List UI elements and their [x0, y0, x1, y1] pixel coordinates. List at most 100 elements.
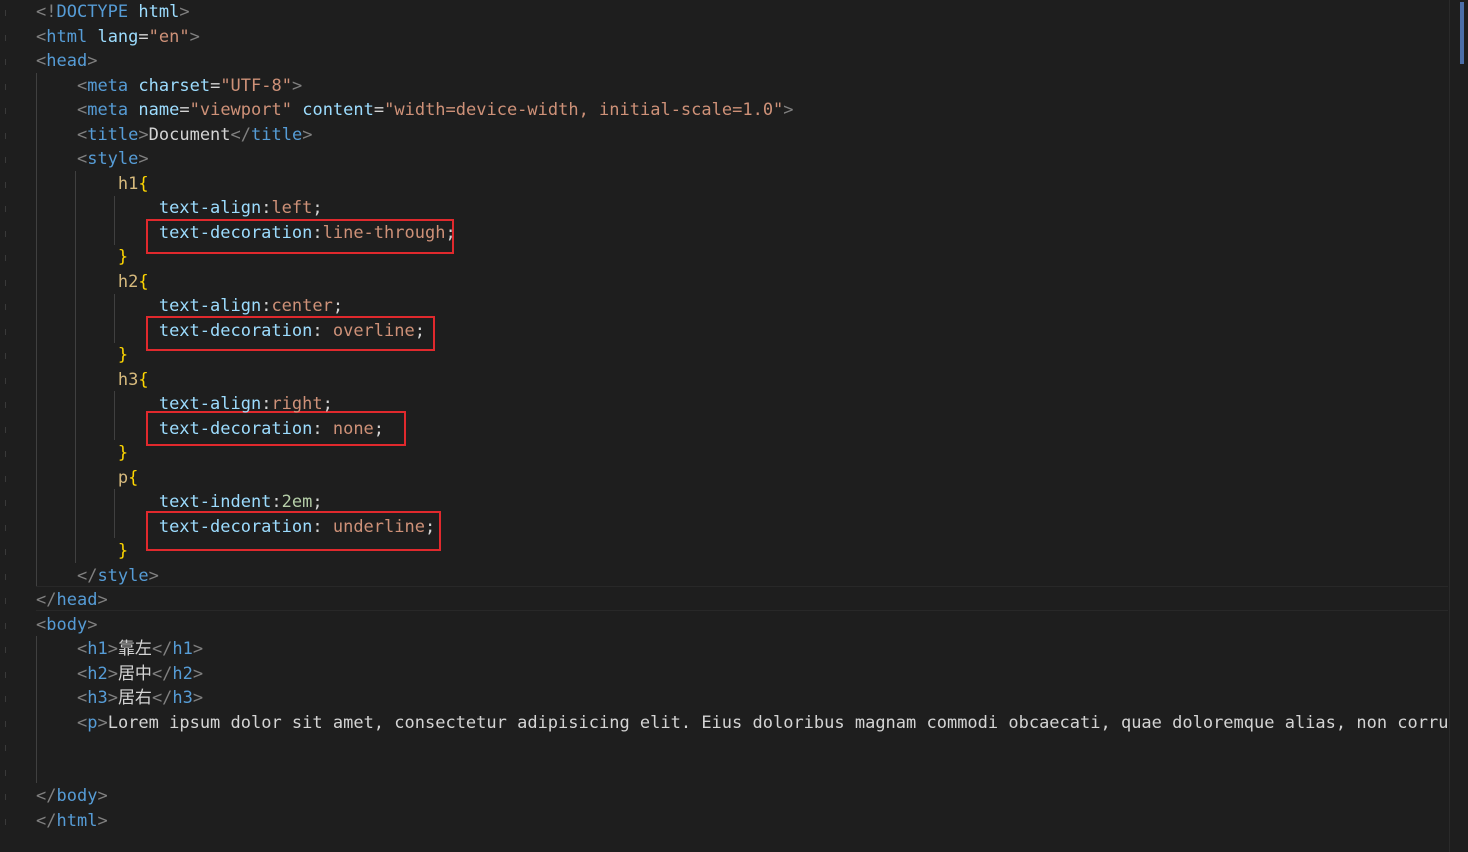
code-line[interactable]: text-decoration: none;	[36, 417, 384, 442]
code-token: underline	[332, 516, 425, 537]
code-line[interactable]: h3{	[36, 368, 149, 393]
code-token: >	[192, 688, 204, 708]
code-token: 2em	[281, 492, 313, 512]
code-token: >	[192, 663, 204, 684]
code-token: title	[87, 124, 139, 145]
code-line[interactable]: <body>	[36, 613, 97, 638]
code-token: title	[251, 124, 303, 145]
code-line[interactable]: }	[36, 343, 128, 368]
code-line[interactable]: <h2>居中</h2>	[36, 662, 203, 687]
code-line[interactable]: <p>Lorem ipsum dolor sit amet, consectet…	[36, 711, 1468, 736]
code-token: >	[87, 51, 98, 71]
code-line[interactable]: <style>	[36, 147, 149, 172]
code-token: 靠左	[117, 639, 152, 659]
code-token: >	[148, 565, 159, 586]
code-token: :	[312, 320, 333, 341]
code-line[interactable]: </head>	[36, 588, 108, 613]
code-area[interactable]: <!DOCTYPE html> <html lang="en"> <head> <m…	[0, 0, 1468, 852]
code-line[interactable]: text-align:center;	[36, 294, 343, 319]
code-token: :	[312, 222, 323, 243]
code-token: >	[97, 590, 108, 610]
code-line[interactable]: h2{	[36, 270, 149, 295]
code-line[interactable]: </html>	[36, 809, 108, 834]
code-token: right	[271, 394, 323, 414]
code-line[interactable]: }	[36, 539, 128, 564]
code-token: >	[97, 786, 108, 806]
code-token: }	[117, 443, 129, 463]
code-token: p	[117, 467, 129, 488]
code-line[interactable]: }	[36, 245, 128, 270]
code-token: h1	[117, 173, 139, 194]
code-line[interactable]: </style>	[36, 564, 159, 589]
code-token: </	[36, 810, 57, 831]
code-token: =	[179, 100, 190, 120]
code-line[interactable]: text-decoration:line-through;	[36, 221, 456, 246]
code-line[interactable]: </body>	[36, 784, 108, 809]
code-line[interactable]: <head>	[36, 49, 97, 74]
code-token: >	[138, 124, 149, 145]
code-token: head	[46, 51, 88, 71]
code-token: </	[151, 663, 173, 684]
code-line[interactable]: <meta charset="UTF-8">	[36, 74, 302, 99]
code-line[interactable]: <meta name="viewport" content="width=dev…	[36, 98, 794, 123]
code-line[interactable]: <!DOCTYPE html>	[36, 0, 190, 25]
code-token: lang	[97, 26, 139, 47]
code-token: text-decoration	[158, 516, 313, 537]
code-line[interactable]: text-align:left;	[36, 196, 323, 221]
code-token: h1	[172, 639, 193, 659]
code-token: >	[302, 124, 313, 145]
code-token: line-through	[322, 222, 446, 243]
code-token: <	[76, 149, 88, 169]
code-token: <	[76, 75, 88, 96]
code-token: >	[107, 663, 118, 684]
code-token: "en"	[148, 26, 190, 47]
code-token: text-decoration	[158, 222, 313, 243]
scrollbar-thumb[interactable]	[1460, 2, 1464, 64]
code-line[interactable]: text-indent:2em;	[36, 490, 323, 515]
code-token: "UTF-8"	[220, 75, 292, 96]
code-token: >	[189, 26, 200, 47]
code-token: ;	[312, 198, 323, 218]
code-token: meta	[87, 75, 129, 96]
code-token: text-decoration	[158, 320, 313, 341]
code-token: {	[138, 173, 149, 194]
code-token: >	[87, 614, 98, 635]
code-token: <	[36, 51, 47, 71]
code-token: =	[138, 26, 149, 47]
code-token: </	[151, 688, 173, 708]
code-token: <	[76, 688, 88, 708]
code-token: }	[117, 541, 129, 561]
current-line-highlight	[36, 586, 1448, 611]
code-token: =	[373, 100, 385, 120]
code-token: ;	[414, 320, 425, 341]
code-line[interactable]: h1{	[36, 172, 149, 197]
code-token: {	[138, 369, 149, 390]
code-line[interactable]: <title>Document</title>	[36, 123, 313, 148]
code-line[interactable]: text-decoration: underline;	[36, 515, 435, 540]
code-line[interactable]: p{	[36, 466, 139, 491]
code-line[interactable]: text-align:right;	[36, 392, 333, 417]
code-line[interactable]: <h3>居右</h3>	[36, 686, 203, 711]
code-line[interactable]: }	[36, 441, 128, 466]
code-token: =	[210, 75, 221, 96]
vertical-scrollbar[interactable]	[1449, 0, 1468, 852]
code-token: :	[261, 198, 272, 218]
code-line[interactable]: <html lang="en">	[36, 25, 200, 50]
code-token: }	[117, 345, 129, 365]
code-token: ;	[322, 394, 333, 414]
code-line[interactable]: <h1>靠左</h1>	[36, 637, 203, 662]
code-line[interactable]: text-decoration: overline;	[36, 319, 425, 344]
code-token: <	[76, 663, 88, 684]
code-editor[interactable]: <!DOCTYPE html> <html lang="en"> <head> <m…	[0, 0, 1468, 852]
